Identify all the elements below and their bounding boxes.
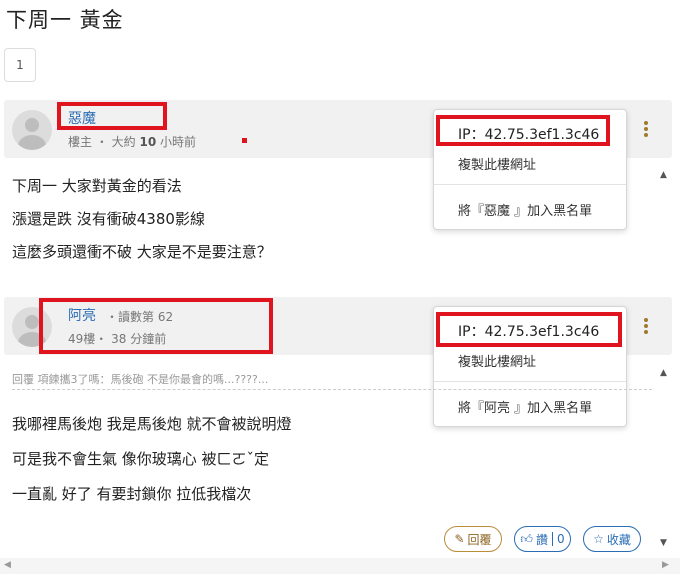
scroll-left-icon[interactable]: ◀	[4, 560, 11, 570]
like-count: 0	[556, 532, 565, 546]
more-options-icon[interactable]	[644, 121, 648, 139]
page-1-button[interactable]: 1	[4, 48, 36, 82]
highlight-box	[436, 312, 622, 347]
post-line: 漲還是跌 沒有衝破4380影線	[12, 210, 205, 228]
star-icon: ☆	[593, 532, 604, 546]
highlight-box	[436, 115, 610, 146]
time-prefix: 大約	[111, 135, 136, 149]
post-line: 一直亂 好了 有要封鎖你 拉低我檔次	[12, 485, 252, 503]
more-options-icon[interactable]	[644, 318, 648, 336]
copy-link-item[interactable]: 複製此樓網址	[458, 351, 536, 370]
block-user-item[interactable]: 將『阿亮 』加入黑名單	[458, 397, 592, 416]
scroll-right-icon[interactable]: ▶	[662, 560, 669, 570]
copy-link-item[interactable]: 複製此樓網址	[458, 154, 536, 173]
pencil-icon: ✎	[454, 532, 465, 546]
scroll-down-icon[interactable]: ▼	[660, 538, 667, 548]
reply-button[interactable]: ✎ 回覆	[444, 526, 502, 552]
post-meta: 樓主 ・ 大約 10 小時前	[68, 135, 197, 149]
like-label: 讚	[535, 532, 548, 547]
time-unit: 小時前	[160, 135, 197, 149]
thumbs-up-icon: 👍︎	[520, 531, 533, 546]
avatar[interactable]	[12, 110, 52, 150]
floor-label: 樓主	[68, 135, 93, 149]
horizontal-scrollbar[interactable]: ◀ ▶	[0, 558, 680, 574]
post-line: 可是我不會生氣 像你玻璃心 被ㄈㄛˇ定	[12, 450, 270, 468]
reply-quote[interactable]: 回覆 項鍊攜3了嗎：馬後砲 不是你最會的嗎...????...	[12, 371, 268, 387]
scroll-up-icon[interactable]: ▲	[660, 368, 667, 378]
like-button[interactable]: 👍︎ 讚 0	[514, 526, 571, 552]
divider	[12, 389, 652, 390]
highlight-box	[57, 102, 167, 130]
post-line: 我哪裡馬後炮 我是馬後炮 就不會被說明燈	[12, 415, 292, 433]
post-line: 下周一 大家對黃金的看法	[12, 177, 182, 195]
post-line: 這麼多頭還衝不破 大家是不是要注意？	[12, 243, 272, 261]
block-user-item[interactable]: 將『惡魔 』加入黑名單	[458, 200, 592, 219]
page-title: 下周一 黃金	[6, 8, 124, 32]
red-dot	[242, 138, 247, 143]
reply-label: 回覆	[467, 532, 492, 547]
save-label: 收藏	[606, 532, 631, 547]
highlight-box	[39, 298, 273, 354]
scroll-up-icon[interactable]: ▲	[660, 170, 667, 180]
time-number: 10	[139, 135, 157, 149]
save-button[interactable]: ☆ 收藏	[583, 526, 641, 552]
